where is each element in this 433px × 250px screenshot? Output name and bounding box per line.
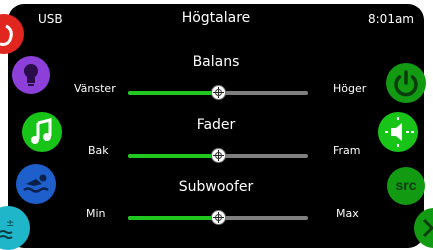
- fader-slider-thumb[interactable]: [210, 148, 226, 163]
- balance-slider-fill: [128, 91, 218, 95]
- balance-slider[interactable]: [128, 85, 308, 100]
- fader-slider[interactable]: [128, 148, 308, 163]
- subwoofer-slider-thumb[interactable]: [210, 210, 226, 225]
- fader-slider-fill: [128, 154, 218, 158]
- svg-text:±: ±: [6, 218, 14, 229]
- speaker-settings-panel: USB Högtalare 8:01am Balans Vänster Höge…: [8, 4, 424, 248]
- fader-right-label: Fram: [333, 144, 361, 157]
- power-icon[interactable]: [386, 63, 426, 103]
- subwoofer-label: Subwoofer: [178, 179, 254, 195]
- lightbulb-icon[interactable]: [12, 56, 50, 94]
- fader-left-label: Bak: [88, 144, 109, 157]
- subwoofer-slider[interactable]: [128, 210, 308, 225]
- fader-label: Fader: [196, 117, 236, 133]
- balance-right-label: Höger: [333, 82, 367, 95]
- clock: 8:01am: [368, 12, 414, 26]
- balance-label: Balans: [192, 54, 240, 70]
- subwoofer-left-label: Min: [86, 207, 106, 220]
- src-button-label: src: [395, 177, 417, 193]
- balance-left-label: Vänster: [74, 82, 116, 95]
- page-title: Högtalare: [181, 10, 251, 26]
- screen: USB Högtalare 8:01am Balans Vänster Höge…: [0, 0, 433, 250]
- speaker-icon[interactable]: [378, 112, 418, 152]
- swimmer-icon[interactable]: [16, 164, 56, 204]
- src-icon[interactable]: src: [387, 167, 425, 205]
- subwoofer-right-label: Max: [336, 207, 359, 220]
- music-note-icon[interactable]: [22, 112, 62, 152]
- subwoofer-slider-fill: [128, 216, 218, 220]
- balance-slider-thumb[interactable]: [210, 85, 226, 100]
